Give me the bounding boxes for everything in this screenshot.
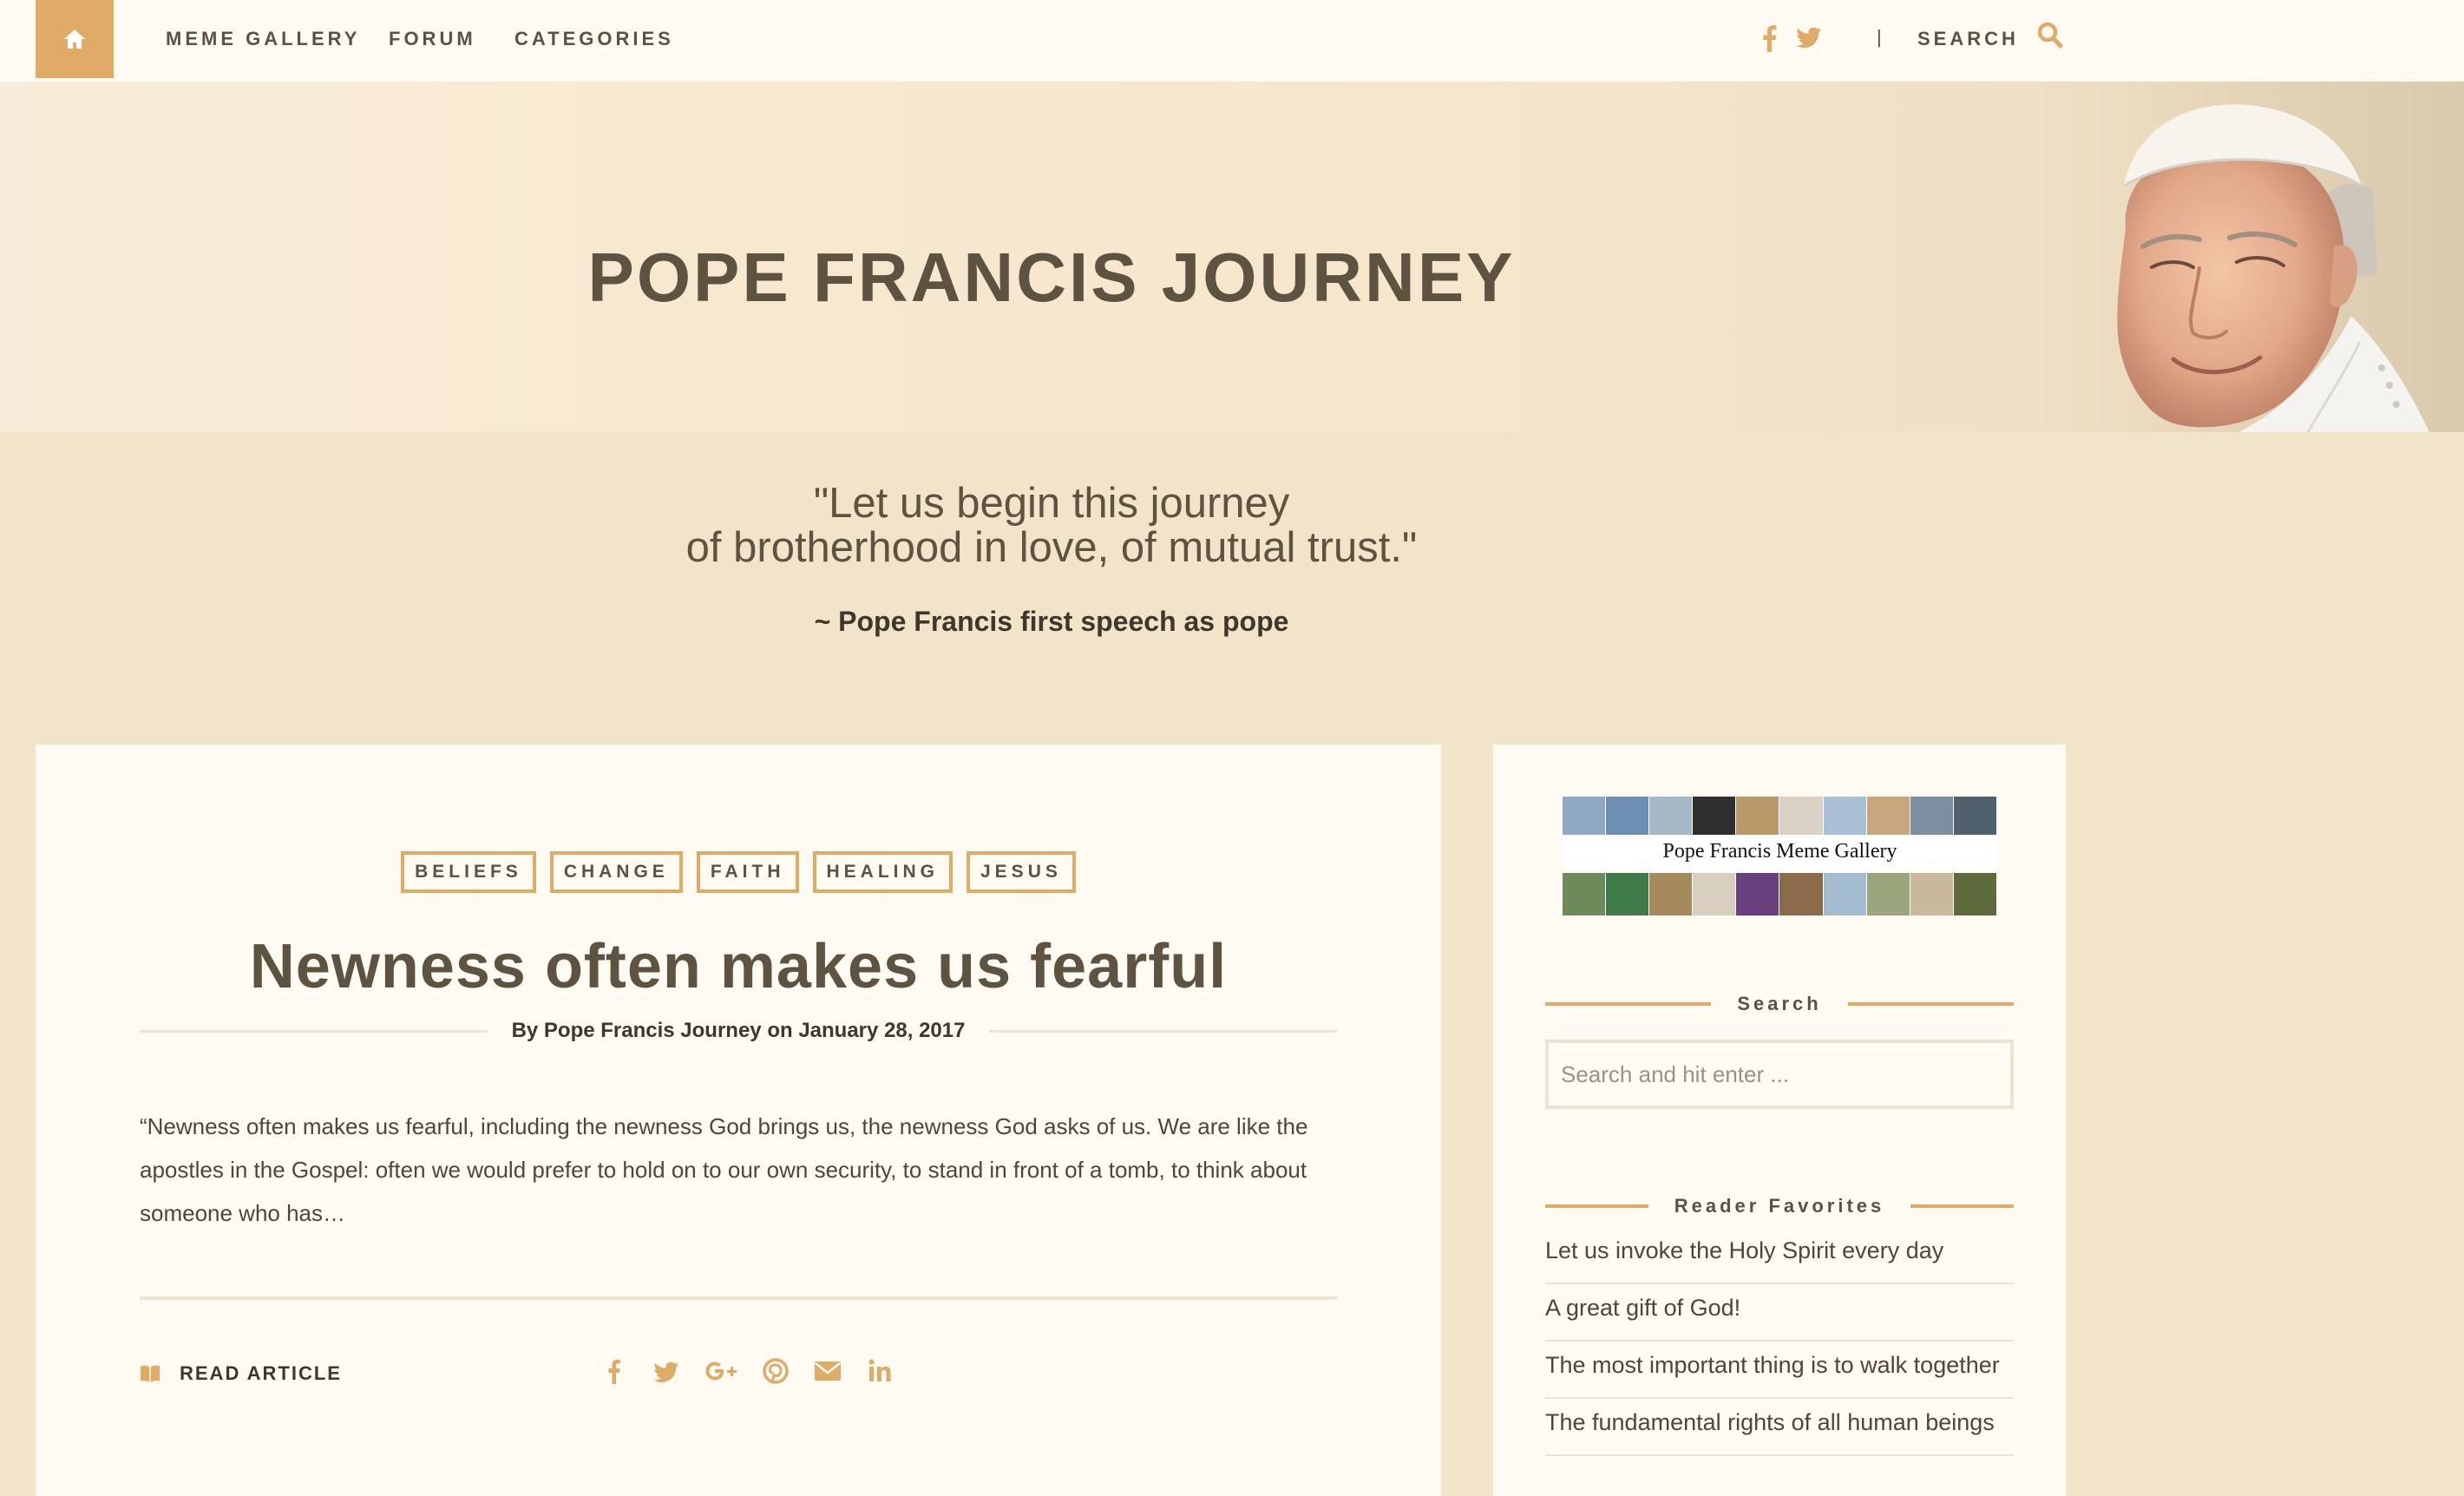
meme-gallery-label: Pope Francis Meme Gallery [1662, 840, 1897, 863]
pope-portrait-image [2022, 82, 2464, 432]
byline: By Pope Francis Journey on January 28, 2… [511, 1019, 966, 1042]
sidebar-search-input[interactable] [1545, 1040, 2014, 1109]
tag-faith[interactable]: FAITH [696, 851, 799, 893]
site-title: POPE FRANCIS JOURNEY [587, 239, 1516, 316]
meme-gallery-banner[interactable]: Pope Francis Meme Gallery [1563, 797, 1997, 915]
heading-rule [1545, 1002, 1712, 1006]
share-twitter-icon[interactable] [652, 1356, 681, 1386]
search-widget-heading: Search [1545, 991, 2015, 1017]
favorite-item[interactable]: The most important thing is to walk toge… [1545, 1342, 2014, 1399]
top-navigation: MEME GALLERY FORUM CATEGORIES | SEARCH [0, 0, 2464, 82]
article-divider [140, 1296, 1337, 1300]
sidebar: Pope Francis Meme Gallery Search Reader … [1493, 745, 2066, 1496]
favorite-item[interactable]: A great gift of God! [1545, 1284, 2014, 1342]
favorites-widget-heading: Reader Favorites [1545, 1193, 2014, 1219]
byline-divider-left [140, 1029, 488, 1033]
featured-quote: "Let us begin this journey of brotherhoo… [0, 482, 2103, 570]
nav-divider: | [1877, 26, 1882, 48]
gallery-thumbnails-bottom [1563, 873, 1997, 915]
tag-change[interactable]: CHANGE [549, 851, 683, 893]
heading-rule [1847, 1002, 2015, 1006]
book-icon [141, 1365, 160, 1382]
gallery-thumbnails-top [1563, 797, 1997, 835]
heading-rule [1910, 1204, 2014, 1208]
twitter-icon[interactable] [1796, 27, 1822, 49]
tag-list: BELIEFS CHANGE FAITH HEALING JESUS [36, 851, 1441, 893]
quote-attribution: ~ Pope Francis first speech as pope [814, 606, 1289, 637]
tag-beliefs[interactable]: BELIEFS [401, 851, 536, 893]
nav-meme-gallery[interactable]: MEME GALLERY [166, 28, 360, 50]
search-widget-title: Search [1737, 993, 1822, 1014]
share-icons [600, 1356, 895, 1386]
read-article-link[interactable]: READ ARTICLE [140, 1362, 342, 1385]
share-pinterest-icon[interactable] [761, 1356, 790, 1386]
post-title[interactable]: Newness often makes us fearful [36, 931, 1441, 1002]
nav-categories[interactable]: CATEGORIES [514, 28, 674, 50]
reader-favorites-list: Let us invoke the Holy Spirit every day … [1545, 1230, 2014, 1456]
share-email-icon[interactable] [813, 1356, 842, 1386]
quote-line-1: "Let us begin this journey [813, 480, 1290, 527]
tag-healing[interactable]: HEALING [812, 851, 953, 893]
share-facebook-icon[interactable] [600, 1356, 629, 1386]
share-google-plus-icon[interactable] [704, 1356, 738, 1386]
article-card: BELIEFS CHANGE FAITH HEALING JESUS Newne… [36, 745, 1441, 1496]
search-link[interactable]: SEARCH [1917, 28, 2019, 50]
favorites-widget-title: Reader Favorites [1674, 1195, 1885, 1217]
byline-divider-right [989, 1029, 1338, 1033]
search-icon[interactable] [2037, 22, 2063, 49]
share-linkedin-icon[interactable] [865, 1356, 895, 1386]
read-article-label: READ ARTICLE [180, 1362, 342, 1384]
home-button[interactable] [36, 0, 114, 78]
facebook-icon[interactable] [1761, 24, 1777, 52]
nav-forum[interactable]: FORUM [389, 28, 476, 50]
hero-banner: POPE FRANCIS JOURNEY [0, 82, 2464, 432]
byline-row: By Pope Francis Journey on January 28, 2… [140, 1015, 1338, 1047]
home-icon [64, 30, 85, 49]
favorite-item[interactable]: Let us invoke the Holy Spirit every day [1545, 1230, 2014, 1284]
favorite-item[interactable]: The fundamental rights of all human bein… [1545, 1399, 2014, 1456]
post-excerpt: “Newness often makes us fearful, includi… [140, 1113, 1308, 1226]
heading-rule [1545, 1204, 1648, 1208]
tag-jesus[interactable]: JESUS [967, 851, 1076, 893]
quote-line-2: of brotherhood in love, of mutual trust.… [685, 524, 1418, 571]
